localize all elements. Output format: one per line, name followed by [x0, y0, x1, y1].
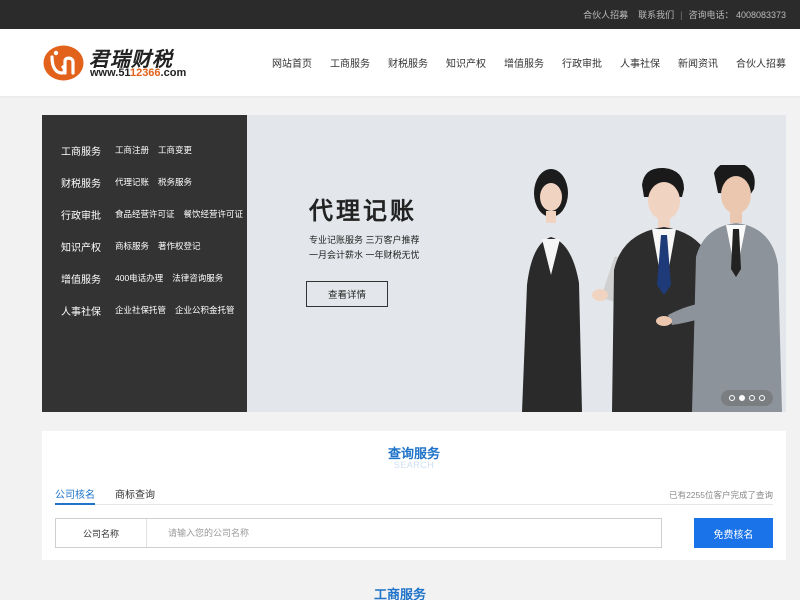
menu-title[interactable]: 财税服务 [61, 175, 115, 190]
active-tab-indicator [55, 503, 95, 505]
query-count-text: 已有2255位客户完成了查询 [669, 490, 773, 500]
view-details-button[interactable]: 查看详情 [306, 281, 388, 307]
menu-link[interactable]: 餐饮经营许可证 [184, 208, 244, 220]
company-name-input[interactable] [148, 519, 658, 547]
nav-hr[interactable]: 人事社保 [620, 55, 660, 70]
nav-news[interactable]: 新闻资讯 [678, 55, 718, 70]
main-nav: 网站首页 工商服务 财税服务 知识产权 增值服务 行政审批 人事社保 新闻资讯 … [254, 29, 786, 96]
site-header: 君瑞财税 www.5112366.com 网站首页 工商服务 财税服务 知识产权… [0, 29, 800, 96]
carousel-indicators [721, 390, 773, 406]
top-bar: 合伙人招募 联系我们 | 咨询电话： 4008083373 [0, 0, 800, 29]
menu-row-business: 工商服务 工商注册 工商变更 [61, 143, 201, 158]
section-subtitle: SEARCH [393, 460, 435, 470]
menu-row-hr: 人事社保 企业社保托管 企业公积金托管 [61, 303, 244, 318]
menu-title[interactable]: 知识产权 [61, 239, 115, 254]
slide-tagline: 专业记账服务 三万客户推荐 [309, 235, 420, 245]
nav-ip[interactable]: 知识产权 [446, 55, 486, 70]
menu-row-tax: 财税服务 代理记账 税务服务 [61, 175, 201, 190]
menu-link[interactable]: 食品经营许可证 [115, 208, 175, 220]
top-links: 合伙人招募 联系我们 | 咨询电话： 4008083373 [573, 0, 786, 29]
tab-divider [55, 504, 773, 505]
menu-link[interactable]: 税务服务 [158, 176, 192, 188]
phone-text: 咨询电话： 4008083373 [688, 10, 786, 20]
menu-title[interactable]: 增值服务 [61, 271, 115, 286]
nav-value-added[interactable]: 增值服务 [504, 55, 544, 70]
menu-link[interactable]: 400电话办理 [115, 272, 163, 284]
partner-link[interactable]: 合伙人招募 [583, 8, 628, 21]
hero-banner: 工商服务 工商注册 工商变更 财税服务 代理记账 税务服务 行政审批 食品经营许… [42, 115, 786, 412]
business-people-image [522, 165, 782, 412]
tab-trademark[interactable]: 商标查询 [115, 486, 155, 501]
menu-link[interactable]: 工商变更 [158, 144, 192, 156]
menu-link[interactable]: 企业社保托管 [115, 304, 166, 316]
category-menu: 工商服务 工商注册 工商变更 财税服务 代理记账 税务服务 行政审批 食品经营许… [42, 115, 247, 412]
next-section-title: 工商服务 [373, 587, 426, 600]
nav-partner[interactable]: 合伙人招募 [736, 55, 786, 70]
nav-home[interactable]: 网站首页 [272, 55, 312, 70]
menu-link[interactable]: 代理记账 [115, 176, 149, 188]
nav-business[interactable]: 工商服务 [330, 55, 370, 70]
menu-link[interactable]: 商标服务 [115, 240, 149, 252]
menu-title[interactable]: 行政审批 [61, 207, 115, 222]
search-box: 公司名称 [55, 518, 662, 548]
slide-title: 代理记账 [309, 196, 417, 225]
menu-row-ip: 知识产权 商标服务 著作权登记 [61, 239, 210, 254]
slide-tagline: 一月会计薪水 一年财税无忧 [309, 250, 420, 260]
menu-link[interactable]: 企业公积金托管 [175, 304, 235, 316]
nav-tax[interactable]: 财税服务 [388, 55, 428, 70]
company-name-label: 公司名称 [56, 519, 147, 547]
free-check-button[interactable]: 免费核名 [694, 518, 773, 548]
brand-url: www.5112366.com [90, 67, 187, 79]
menu-link[interactable]: 法律咨询服务 [172, 272, 223, 284]
menu-title[interactable]: 人事社保 [61, 303, 115, 318]
carousel-dot-active[interactable] [739, 395, 745, 401]
query-panel: 查询服务 SEARCH 公司核名 商标查询 已有2255位客户完成了查询 公司名… [42, 431, 786, 560]
carousel-dot[interactable] [749, 395, 755, 401]
menu-row-value-added: 增值服务 400电话办理 法律咨询服务 [61, 271, 232, 286]
menu-link[interactable]: 工商注册 [115, 144, 149, 156]
divider: | [680, 9, 683, 20]
brand-logo-icon[interactable] [43, 45, 84, 81]
menu-row-approval: 行政审批 食品经营许可证 餐饮经营许可证 [61, 207, 252, 222]
menu-title[interactable]: 工商服务 [61, 143, 115, 158]
carousel-dot[interactable] [729, 395, 735, 401]
carousel-dot[interactable] [759, 395, 765, 401]
menu-link[interactable]: 著作权登记 [158, 240, 201, 252]
tab-company-name[interactable]: 公司核名 [55, 486, 95, 501]
nav-approval[interactable]: 行政审批 [562, 55, 602, 70]
contact-link[interactable]: 联系我们 [638, 8, 674, 21]
